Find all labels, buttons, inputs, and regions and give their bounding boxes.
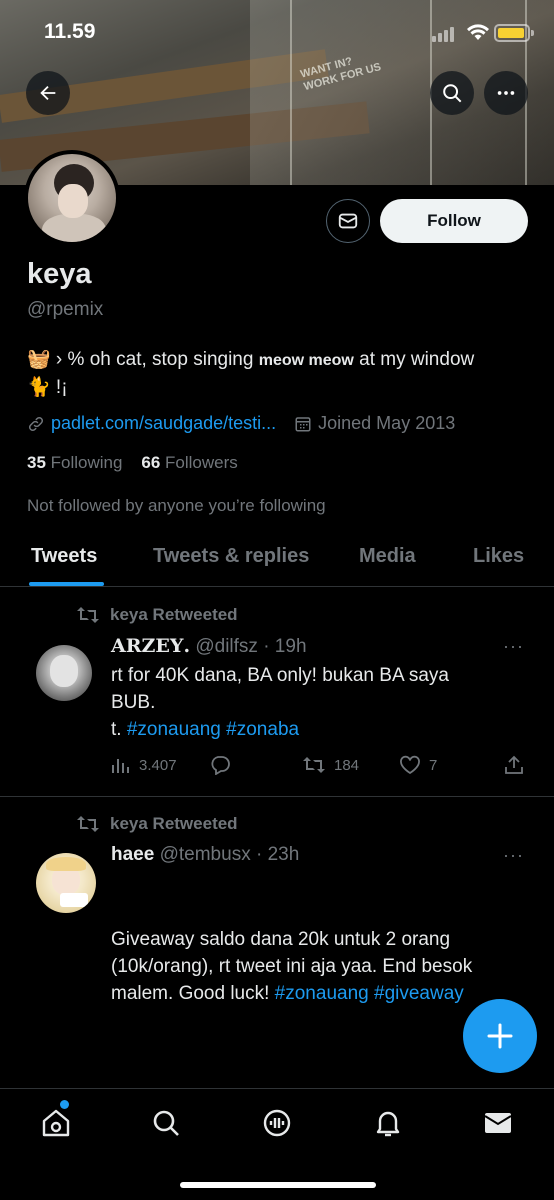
retweet-icon [77, 816, 99, 832]
search-icon [443, 84, 462, 103]
home-indicator [180, 1182, 376, 1188]
tweet-more-icon[interactable]: ··· [503, 845, 524, 866]
retweet-context: keya Retweeted [76, 814, 238, 834]
share-button[interactable] [504, 755, 524, 775]
hashtag-link[interactable]: #zonauang [127, 719, 221, 740]
tweet-handle-time: @dilfsz · 19h [195, 636, 307, 657]
retweet-icon [303, 757, 325, 773]
profile-bio: 🧺 › % oh cat, stop singing meow meow at … [27, 349, 475, 398]
not-followed-text: Not followed by anyone you’re following [27, 496, 326, 515]
search-button[interactable] [430, 71, 474, 115]
joined-date: Joined May 2013 [318, 413, 456, 433]
retweet-context: keya Retweeted [76, 605, 238, 625]
home-notification-dot [60, 1100, 69, 1109]
back-button[interactable] [26, 71, 70, 115]
explore-icon[interactable] [150, 1107, 182, 1139]
battery-icon [494, 24, 534, 42]
hashtag-link[interactable]: #giveaway [374, 983, 464, 1004]
tweet-handle-time: @tembusx · 23h [159, 844, 300, 865]
tweet-actions: 3.407 184 7 [111, 755, 531, 779]
retweet-icon [77, 607, 99, 623]
messages-icon[interactable] [482, 1107, 514, 1139]
tab-media[interactable]: Media [359, 545, 416, 568]
more-button[interactable] [484, 71, 528, 115]
notifications-icon[interactable] [372, 1107, 404, 1139]
follow-button[interactable]: Follow [380, 199, 528, 243]
profile-name: keya [27, 258, 92, 290]
spaces-icon[interactable] [261, 1107, 293, 1139]
tweet-avatar[interactable] [36, 853, 96, 913]
profile-tabs: Tweets Tweets & replies Media Likes [0, 532, 554, 587]
retweet-button[interactable]: 184 [302, 755, 359, 775]
active-tab-indicator [29, 582, 104, 586]
share-icon [505, 755, 523, 774]
tweet-more-icon[interactable]: ··· [503, 636, 524, 657]
tweet-text: rt for 40K dana, BA only! bukan BA saya … [111, 665, 449, 740]
calendar-icon [295, 416, 311, 431]
wifi-icon [467, 24, 489, 40]
compose-tweet-button[interactable] [463, 999, 537, 1073]
cellular-signal-icon [432, 27, 454, 42]
compose-icon [487, 1023, 513, 1049]
hashtag-link[interactable]: #zonauang [275, 983, 369, 1004]
like-icon [400, 755, 420, 775]
home-icon[interactable] [40, 1107, 72, 1139]
profile-handle: @rpemix [27, 299, 104, 320]
tweet-header: haee @tembusx · 23h [111, 844, 299, 866]
following-link[interactable]: 35 Following [27, 453, 122, 472]
more-icon [497, 91, 515, 95]
tab-tweets-replies[interactable]: Tweets & replies [153, 545, 309, 568]
follow-counts: 35 Following 66 Followers [27, 453, 238, 473]
profile-avatar[interactable] [24, 150, 120, 246]
back-arrow-icon [40, 85, 56, 101]
profile-link[interactable]: padlet.com/saudgade/testi... [51, 413, 276, 434]
views-button[interactable]: 3.407 [111, 755, 177, 775]
link-icon [28, 416, 44, 431]
tab-tweets[interactable]: Tweets [31, 545, 97, 568]
status-bar: 11.59 [0, 0, 554, 60]
tweet-display-name[interactable]: 𝐀𝐑𝐙𝐄𝐘. [111, 635, 190, 657]
tweet-display-name[interactable]: haee [111, 844, 154, 865]
reply-icon [211, 756, 230, 775]
tweet-text: Giveaway saldo dana 20k untuk 2 orang (1… [111, 929, 473, 1004]
views-icon [112, 759, 129, 773]
tweet[interactable]: keya Retweeted 𝐀𝐑𝐙𝐄𝐘. @dilfsz · 19h ··· … [0, 588, 554, 797]
mail-icon [338, 213, 358, 229]
followers-link[interactable]: 66 Followers [141, 453, 237, 472]
tweet-header: 𝐀𝐑𝐙𝐄𝐘. @dilfsz · 19h [111, 635, 307, 658]
hashtag-link[interactable]: #zonaba [226, 719, 299, 740]
status-time: 11.59 [44, 20, 96, 43]
tab-likes[interactable]: Likes [473, 545, 524, 568]
like-button[interactable]: 7 [399, 755, 437, 775]
message-button[interactable] [326, 199, 370, 243]
tweet-avatar[interactable] [36, 645, 92, 701]
reply-button[interactable] [209, 755, 231, 775]
profile-meta: padlet.com/saudgade/testi... Joined May … [27, 413, 455, 434]
